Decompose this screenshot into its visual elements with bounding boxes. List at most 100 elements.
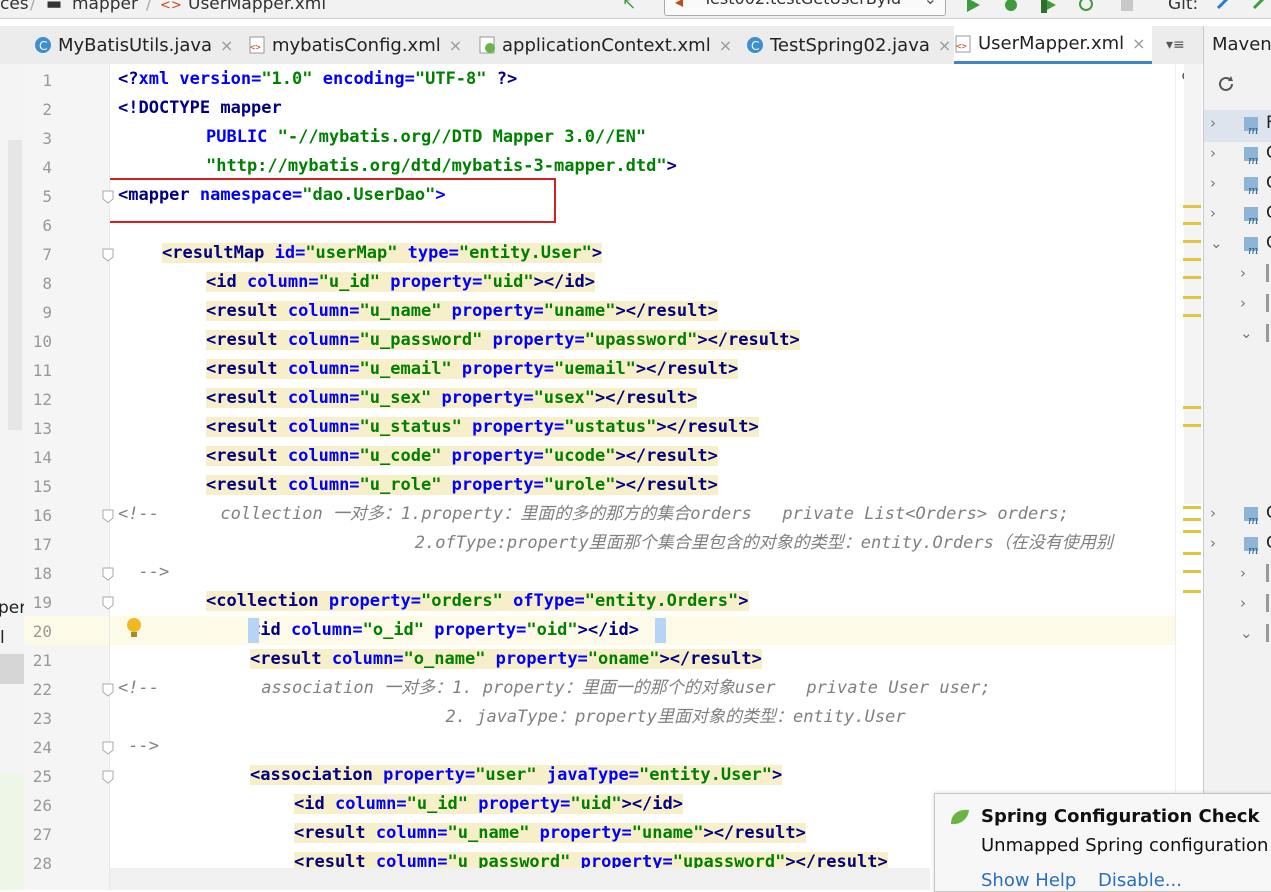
warning-stripe-mark[interactable] xyxy=(1183,552,1201,555)
code-token: "uid" xyxy=(570,794,622,814)
tab-testspring02[interactable]: C TestSpring02.java × xyxy=(746,26,951,64)
maven-tree-row[interactable]: › mC xyxy=(1204,530,1271,560)
stop-icon[interactable] xyxy=(1118,0,1136,14)
maven-tree-row[interactable]: › xyxy=(1204,560,1271,590)
scroll-thumb[interactable] xyxy=(8,140,22,430)
line-number: 13 xyxy=(32,419,52,438)
code-token: "userMap" xyxy=(305,243,398,263)
fold-icon[interactable] xyxy=(102,567,114,581)
java-class-icon: C xyxy=(35,37,51,53)
maven-tree-row[interactable]: › mC xyxy=(1204,170,1271,200)
warning-stripe-mark[interactable] xyxy=(1183,518,1201,521)
tab-applicationcontext[interactable]: applicationContext.xml × xyxy=(478,26,732,64)
code-token: > xyxy=(772,765,783,785)
warning-stripe-mark[interactable] xyxy=(1183,314,1201,317)
tab-usermapper[interactable]: <> UserMapper.xml × xyxy=(954,26,1152,64)
code-line: 2.ofType:property里面那个集合里包含的对象的类型：entity.… xyxy=(118,529,1113,558)
refresh-icon[interactable] xyxy=(1216,74,1236,94)
warning-stripe-mark[interactable] xyxy=(1183,276,1201,279)
warning-stripe-mark[interactable] xyxy=(1183,406,1201,409)
fold-icon[interactable] xyxy=(102,596,114,610)
close-icon[interactable]: × xyxy=(938,36,951,55)
run-configuration-select[interactable]: ◂ Test002.testGetUserById ⌄ xyxy=(664,0,946,16)
warning-stripe-mark[interactable] xyxy=(1183,506,1201,509)
maven-tree-row[interactable]: ⌄ mC xyxy=(1204,230,1271,260)
svg-text:C: C xyxy=(751,39,759,53)
warning-stripe-mark[interactable] xyxy=(1183,240,1201,243)
git-update-icon[interactable] xyxy=(1214,0,1232,14)
close-icon[interactable]: × xyxy=(719,36,732,55)
code-token: property= xyxy=(328,591,421,611)
code-token: "u_status" xyxy=(359,417,462,437)
chevron-icon: ⌄ xyxy=(1210,234,1223,252)
maven-module-icon: m xyxy=(1244,147,1258,165)
maven-tree-row[interactable]: › mC xyxy=(1204,200,1271,230)
warning-stripe-mark[interactable] xyxy=(1183,530,1201,533)
profile-icon[interactable] xyxy=(1078,0,1096,14)
git-commit-icon[interactable] xyxy=(1250,0,1268,14)
warning-stripe-mark[interactable] xyxy=(1183,296,1201,299)
tab-mybatisconfig[interactable]: <> mybatisConfig.xml × xyxy=(248,26,462,64)
line-number: 9 xyxy=(42,303,52,322)
tab-mybatisutils[interactable]: C MyBatisUtils.java × xyxy=(34,26,233,64)
warning-stripe-mark[interactable] xyxy=(1183,424,1201,427)
maven-tree-row[interactable]: › mC xyxy=(1204,140,1271,170)
disable-link[interactable]: Disable... xyxy=(1098,870,1182,891)
svg-text:m: m xyxy=(1248,514,1258,525)
fold-icon[interactable] xyxy=(102,248,114,262)
code-token: "user" xyxy=(475,765,537,785)
close-icon[interactable]: × xyxy=(1132,34,1145,53)
code-line: "http://mybatis.org/dtd/mybatis-3-mapper… xyxy=(206,152,677,181)
close-icon[interactable]: × xyxy=(449,36,462,55)
code-token: "u_name" xyxy=(359,301,442,321)
code-tag: <result column="u_sex" property="usex"><… xyxy=(206,388,698,408)
fold-icon[interactable] xyxy=(102,741,114,755)
build-hammer-icon[interactable]: ↖ xyxy=(622,0,636,14)
fold-icon[interactable] xyxy=(102,190,114,204)
debug-icon[interactable] xyxy=(1002,0,1020,14)
spring-config-notification: Spring Configuration Check Unmapped Spri… xyxy=(934,793,1271,892)
coverage-icon[interactable] xyxy=(1040,0,1058,14)
warning-stripe-mark[interactable] xyxy=(1183,205,1201,208)
run-icon[interactable] xyxy=(964,0,982,14)
svg-text:C: C xyxy=(39,39,47,53)
editor-scrollbar[interactable] xyxy=(1175,64,1204,890)
maven-tree-row[interactable]: › xyxy=(1204,590,1271,620)
breadcrumb-folder[interactable]: mapper xyxy=(72,0,138,14)
code-comment: <!-- association 一对多：1. property：里面一的那个的… xyxy=(118,678,991,698)
code-editor[interactable]: <?xml version="1.0" encoding="UTF-8" ?> <… xyxy=(110,64,1186,890)
code-token: <result xyxy=(206,301,288,321)
code-token: "-//mybatis.org//DTD Mapper 3.0//EN" xyxy=(277,127,647,147)
fold-icon[interactable] xyxy=(102,509,114,523)
breadcrumb-prefix[interactable]: ces xyxy=(0,0,29,14)
warning-stripe-mark[interactable] xyxy=(1183,258,1201,261)
code-token: "u_id" xyxy=(318,272,381,292)
code-tag: <association property="user" javaType="e… xyxy=(250,765,783,785)
maven-tree-row[interactable]: ⌄ xyxy=(1204,320,1271,350)
code-token: <collection xyxy=(206,591,329,611)
svg-text:m: m xyxy=(1248,124,1258,135)
tab-overflow-icon[interactable]: ▾≡ xyxy=(1166,26,1185,64)
lightbulb-icon[interactable] xyxy=(126,617,142,639)
maven-title[interactable]: Maven xyxy=(1212,34,1271,55)
horizontal-scrollbar[interactable] xyxy=(110,868,930,890)
code-token: > xyxy=(435,185,446,205)
code-line: <?xml version="1.0" encoding="UTF-8" ?> xyxy=(118,65,517,94)
warning-stripe-mark[interactable] xyxy=(1183,222,1201,225)
warning-stripe-mark[interactable] xyxy=(1183,590,1201,593)
close-icon[interactable]: × xyxy=(220,36,233,55)
maven-tree-row[interactable]: › mF xyxy=(1204,110,1271,140)
maven-tree-row[interactable]: › mC xyxy=(1204,500,1271,530)
breadcrumb-file[interactable]: UserMapper.xml xyxy=(188,0,326,14)
code-token: > xyxy=(738,591,749,611)
fold-icon[interactable] xyxy=(102,770,114,784)
code-tag: "http://mybatis.org/dtd/mybatis-3-mapper… xyxy=(206,156,677,176)
code-tag: <!DOCTYPE mapper xyxy=(118,98,282,118)
fold-icon[interactable] xyxy=(102,683,114,697)
maven-tree-row[interactable]: ⌄ xyxy=(1204,620,1271,650)
line-number: 22 xyxy=(32,680,52,699)
maven-tree-row[interactable]: › xyxy=(1204,290,1271,320)
maven-tree-row[interactable]: › xyxy=(1204,260,1271,290)
show-help-link[interactable]: Show Help xyxy=(981,870,1076,891)
warning-stripe-mark[interactable] xyxy=(1183,570,1201,573)
